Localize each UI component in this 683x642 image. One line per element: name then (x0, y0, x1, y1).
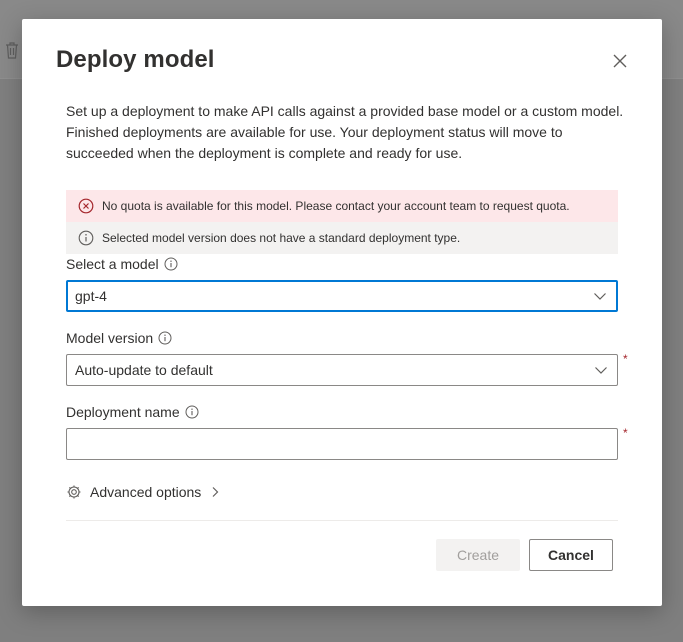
gear-icon (66, 484, 82, 500)
select-model-value: gpt-4 (75, 288, 107, 304)
close-icon (613, 54, 627, 68)
info-icon[interactable] (185, 405, 199, 419)
cancel-button[interactable]: Cancel (529, 539, 613, 571)
model-version-dropdown[interactable]: Auto-update to default (66, 354, 618, 386)
trash-icon (4, 40, 20, 60)
select-model-label: Select a model (66, 256, 178, 272)
deployment-name-label-text: Deployment name (66, 404, 180, 420)
model-version-value: Auto-update to default (75, 362, 213, 378)
select-model-label-text: Select a model (66, 256, 159, 272)
chevron-down-icon (592, 288, 608, 304)
chevron-down-icon (593, 362, 609, 378)
required-marker: * (623, 352, 628, 366)
dialog-title: Deploy model (56, 46, 215, 73)
required-marker: * (623, 426, 628, 440)
footer-divider (66, 520, 618, 521)
error-circle-icon (78, 198, 94, 214)
create-button[interactable]: Create (436, 539, 520, 571)
chevron-right-icon (209, 486, 221, 498)
info-icon (78, 230, 94, 246)
dialog-description: Set up a deployment to make API calls ag… (66, 103, 624, 161)
select-model-dropdown[interactable]: gpt-4 (66, 280, 618, 312)
model-version-label-text: Model version (66, 330, 154, 346)
info-icon[interactable] (158, 331, 172, 345)
advanced-options-label: Advanced options (90, 484, 202, 500)
info-message-text: Selected model version does not have a s… (102, 231, 461, 245)
error-message-text: No quota is available for this model. Pl… (102, 199, 570, 213)
deployment-name-input[interactable] (66, 428, 618, 460)
advanced-options-toggle[interactable]: Advanced options (66, 482, 221, 502)
error-message-bar: No quota is available for this model. Pl… (66, 190, 618, 222)
close-button[interactable] (608, 49, 632, 73)
deployment-name-label: Deployment name (66, 404, 199, 420)
deploy-model-dialog: Deploy model Set up a deployment to make… (22, 19, 662, 606)
info-icon[interactable] (164, 257, 178, 271)
model-version-label: Model version (66, 330, 172, 346)
info-message-bar: Selected model version does not have a s… (66, 222, 618, 254)
